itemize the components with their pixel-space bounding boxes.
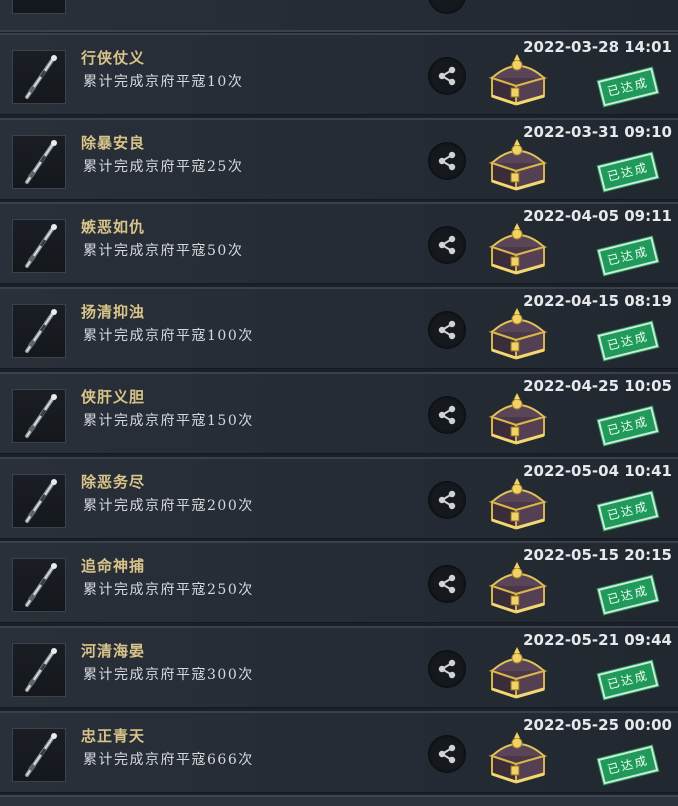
- achievement-row: 除暴安良 累计完成京府平寇25次 2022-03-31 09:10 已达成: [0, 117, 678, 200]
- achievement-description: 累计完成京府平寇250次: [83, 582, 254, 599]
- item-thumbnail: [12, 0, 66, 14]
- completed-stamp: 已达成: [597, 237, 659, 276]
- achievement-title: 侠肝义胆: [81, 387, 146, 406]
- share-button[interactable]: [428, 734, 466, 773]
- completed-stamp: 已达成: [597, 575, 659, 615]
- achievement-title: 忠正青天: [81, 726, 146, 745]
- share-icon: [438, 744, 456, 763]
- completion-date: 2022-03-28 14:01: [523, 38, 672, 56]
- achievement-row: 忠正青天 累计完成京府平寇666次 2022-05-25 00:00 已达成: [0, 710, 678, 793]
- achievement-description: 累计完成京府平寇300次: [83, 666, 254, 683]
- achievement-description: 累计完成京府平寇200次: [83, 497, 254, 514]
- share-button[interactable]: [428, 0, 466, 14]
- share-button[interactable]: [428, 311, 466, 350]
- completion-date: 2022-05-04 10:41: [523, 461, 672, 480]
- weapon-staff-icon: [12, 134, 66, 189]
- achievement-description: 累计完成京府平寇50次: [83, 243, 244, 260]
- achievement-row: 追命神捕 累计完成京府平寇250次 2022-05-15 20:15 已达成: [0, 541, 678, 624]
- share-icon: [438, 320, 456, 340]
- weapon-staff-icon: [12, 304, 66, 359]
- share-button[interactable]: [428, 141, 466, 180]
- reward-chest-icon[interactable]: [486, 645, 550, 703]
- share-icon: [438, 236, 456, 255]
- achievement-description: 累计完成京府平寇150次: [83, 412, 254, 429]
- reward-chest-icon[interactable]: [486, 730, 550, 788]
- completion-date: 2022-05-15 20:15: [523, 546, 672, 565]
- share-button[interactable]: [428, 649, 466, 688]
- reward-chest-icon[interactable]: [486, 476, 550, 534]
- completion-date: 2022-05-25 00:00: [523, 715, 672, 734]
- weapon-staff-icon: [12, 558, 66, 613]
- completion-date: 2022-05-21 09:44: [523, 630, 672, 649]
- achievement-description: 累计完成京府平寇25次: [83, 158, 244, 175]
- achievement-title: 除暴安良: [81, 133, 146, 152]
- share-icon: [438, 66, 456, 86]
- share-icon: [438, 151, 456, 170]
- achievement-description: 累计完成京府平寇100次: [83, 328, 254, 345]
- share-button[interactable]: [428, 395, 466, 434]
- completed-stamp: 已达成: [597, 152, 659, 192]
- share-icon: [438, 574, 456, 594]
- achievement-row: 行侠仗义 累计完成京府平寇10次 2022-03-28 14:01 已达成: [0, 33, 678, 115]
- weapon-staff-icon: [12, 388, 66, 443]
- reward-chest-icon[interactable]: [486, 560, 550, 618]
- achievement-title: 嫉恶如仇: [81, 218, 146, 237]
- achievement-title: 除恶务尽: [81, 472, 146, 491]
- completed-stamp: 已达成: [597, 406, 659, 446]
- completion-date: 2022-04-25 10:05: [523, 376, 672, 395]
- weapon-staff-icon: [12, 473, 66, 528]
- weapon-staff-icon: [12, 219, 66, 274]
- achievement-row: 除恶务尽 累计完成京府平寇200次 2022-05-04 10:41 已达成: [0, 456, 678, 539]
- completion-date: 2022-04-05 09:11: [523, 207, 672, 226]
- achievement-title: 河清海晏: [81, 641, 146, 660]
- share-button[interactable]: [428, 57, 466, 95]
- completion-date: 2022-04-15 08:19: [523, 292, 672, 311]
- completed-stamp: 已达成: [597, 491, 659, 530]
- achievement-row: 侠肝义胆 累计完成京府平寇150次 2022-04-25 10:05 已达成: [0, 371, 678, 454]
- reward-chest-icon[interactable]: [486, 391, 550, 449]
- reward-chest-icon[interactable]: [486, 137, 550, 195]
- achievement-title: 行侠仗义: [81, 49, 146, 67]
- completed-stamp: 已达成: [597, 67, 659, 107]
- completed-stamp: 已达成: [597, 321, 659, 361]
- achievement-list[interactable]: 行侠仗义 累计完成京府平寇10次 2022-03-28 14:01 已达成 除暴…: [0, 0, 678, 806]
- weapon-staff-icon: [12, 642, 66, 697]
- share-button[interactable]: [428, 226, 466, 265]
- reward-chest-icon[interactable]: [486, 306, 550, 364]
- share-icon: [438, 659, 456, 679]
- list-bottom-edge: [0, 795, 678, 806]
- share-button[interactable]: [428, 480, 466, 519]
- completion-date: 2022-03-31 09:10: [523, 122, 672, 141]
- share-icon: [438, 490, 456, 509]
- share-icon: [438, 405, 456, 424]
- previous-row-partial: [0, 0, 678, 32]
- achievement-description: 累计完成京府平寇666次: [83, 751, 254, 768]
- achievement-row: 嫉恶如仇 累计完成京府平寇50次 2022-04-05 09:11 已达成: [0, 202, 678, 285]
- reward-chest-icon[interactable]: [486, 52, 550, 110]
- completed-stamp: 已达成: [597, 745, 659, 784]
- achievement-description: 累计完成京府平寇10次: [83, 74, 244, 90]
- share-button[interactable]: [428, 565, 466, 604]
- reward-chest-icon[interactable]: [486, 221, 550, 279]
- weapon-staff-icon: [12, 727, 66, 782]
- achievement-row: 河清海晏 累计完成京府平寇300次 2022-05-21 09:44 已达成: [0, 625, 678, 708]
- completed-stamp: 已达成: [597, 660, 659, 700]
- achievement-row: 扬清抑浊 累计完成京府平寇100次 2022-04-15 08:19 已达成: [0, 287, 678, 370]
- achievement-title: 扬清抑浊: [81, 303, 146, 322]
- achievement-title: 追命神捕: [81, 557, 146, 576]
- weapon-staff-icon: [12, 50, 66, 104]
